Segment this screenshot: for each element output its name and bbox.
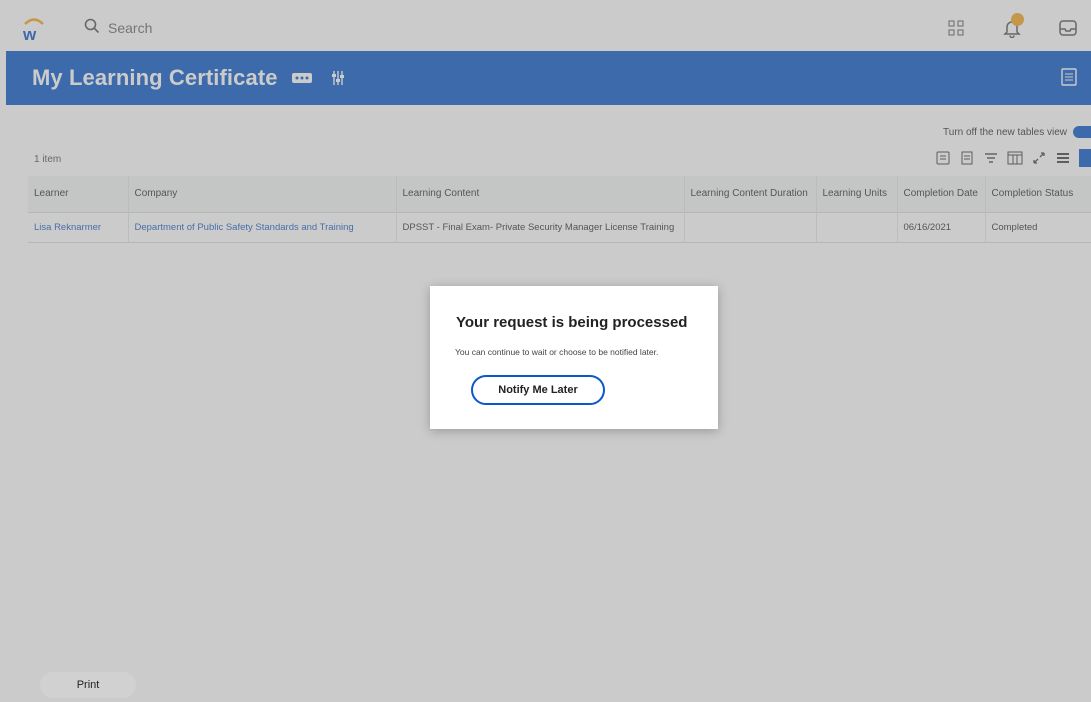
print-button[interactable]: Print: [40, 672, 136, 698]
dialog-message: You can continue to wait or choose to be…: [455, 347, 659, 357]
dialog-title: Your request is being processed: [456, 314, 688, 331]
notify-me-later-button[interactable]: Notify Me Later: [471, 375, 605, 405]
processing-dialog: Your request is being processed You can …: [430, 286, 718, 429]
